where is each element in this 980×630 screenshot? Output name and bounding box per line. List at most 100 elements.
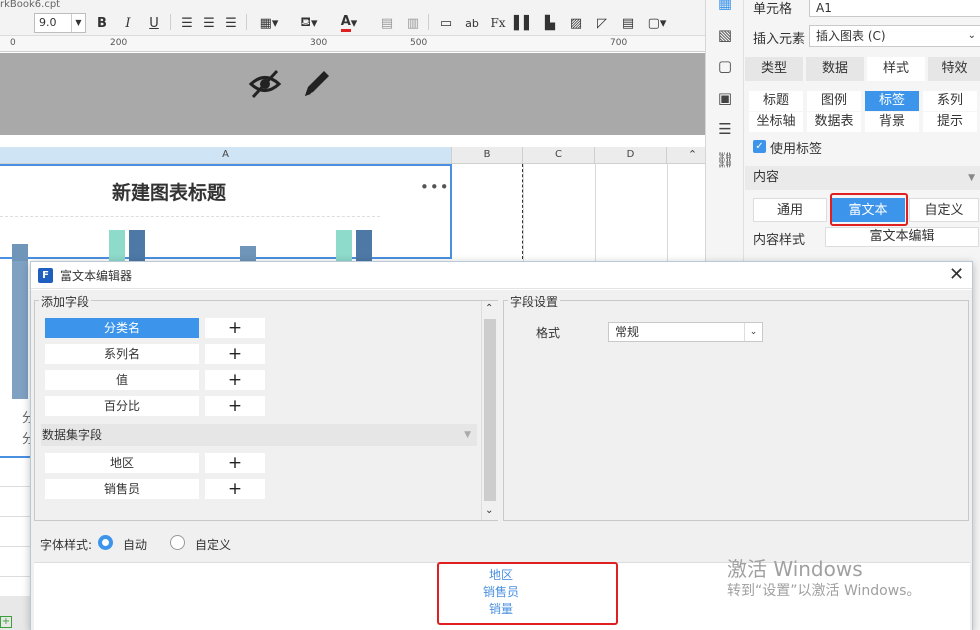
- column-header-a[interactable]: A: [0, 147, 452, 163]
- bar-chart-icon[interactable]: ▙: [540, 13, 560, 33]
- preview-line-salesperson: 销售员: [483, 585, 520, 599]
- scroll-up-icon[interactable]: ⌃: [485, 303, 493, 314]
- tab-type[interactable]: 类型: [745, 57, 803, 81]
- collapse-icon: ▼: [968, 173, 975, 183]
- preview-line-sales: 销量: [489, 602, 514, 616]
- radio-custom[interactable]: [170, 535, 185, 550]
- image-icon[interactable]: ▨: [566, 13, 586, 33]
- rich-text-edit-button[interactable]: 富文本编辑: [825, 227, 979, 247]
- insert-element-select[interactable]: 插入图表 (C) ⌄: [809, 25, 980, 47]
- split-cells-icon[interactable]: ▥: [404, 13, 422, 33]
- text-ab-button[interactable]: ab: [462, 13, 482, 33]
- file-tab-title[interactable]: rkBook6.cpt: [0, 0, 60, 14]
- tab-effects[interactable]: 特效: [928, 57, 980, 81]
- content-type-custom[interactable]: 自定义: [909, 198, 979, 222]
- chevron-down-icon[interactable]: ▼: [71, 14, 85, 32]
- subtab-tooltip[interactable]: 提示: [923, 112, 977, 132]
- chart-bar: [336, 230, 352, 261]
- property-tabs: 类型 数据 样式 特效: [745, 57, 980, 81]
- tab-data[interactable]: 数据: [806, 57, 864, 81]
- align-center-icon[interactable]: ☰: [200, 13, 218, 33]
- toolbar-divider: [246, 14, 247, 30]
- ruler-label: 200: [110, 38, 128, 48]
- chart-container[interactable]: 新建图表标题 •••: [0, 164, 452, 261]
- field-percent[interactable]: 百分比: [45, 396, 199, 416]
- field-value[interactable]: 值: [45, 370, 199, 390]
- field-category-name[interactable]: 分类名: [45, 318, 199, 338]
- shape-icon[interactable]: ▢▾: [644, 13, 670, 33]
- content-type-richtext[interactable]: 富文本: [831, 198, 905, 222]
- grid-line: [0, 546, 30, 547]
- align-right-icon[interactable]: ☰: [222, 13, 240, 33]
- italic-button[interactable]: I: [120, 13, 136, 33]
- content-section-title: 内容: [753, 170, 780, 185]
- subtab-series[interactable]: 系列: [923, 91, 977, 111]
- bold-button[interactable]: B: [94, 13, 110, 33]
- font-size-select[interactable]: 9.0 ▼: [34, 13, 86, 33]
- paint-bucket-icon: ⛾: [300, 14, 312, 30]
- grid-line: [595, 164, 596, 264]
- app-logo-icon: F: [38, 268, 53, 283]
- format-select[interactable]: 常规 ⌄: [608, 322, 763, 342]
- add-field-button[interactable]: +: [205, 453, 265, 473]
- subtab-background[interactable]: 背景: [865, 112, 919, 132]
- widget-settings-icon[interactable]: ▧: [715, 26, 735, 46]
- underline-button[interactable]: U: [146, 13, 162, 33]
- content-section-header[interactable]: 内容 ▼: [745, 166, 980, 190]
- formula-button[interactable]: Fx: [488, 13, 508, 33]
- document-icon[interactable]: ▤: [618, 13, 638, 33]
- list-icon[interactable]: ☰: [715, 120, 735, 140]
- subtab-title[interactable]: 标题: [749, 91, 803, 111]
- border-icon[interactable]: ▦▾: [254, 13, 284, 33]
- subtab-label[interactable]: 标签: [865, 91, 919, 111]
- radio-auto[interactable]: [98, 535, 113, 550]
- merge-cells-icon[interactable]: ▤: [378, 13, 396, 33]
- scroll-down-icon[interactable]: ⌄: [485, 505, 493, 516]
- field-salesperson[interactable]: 销售员: [45, 479, 199, 499]
- add-field-button[interactable]: +: [205, 479, 265, 499]
- dropdown-box-icon[interactable]: ▣: [715, 89, 735, 109]
- font-color-button[interactable]: A ▾: [334, 13, 364, 33]
- chart-gridline: [0, 216, 380, 217]
- scroll-up-icon[interactable]: ⌃: [680, 147, 705, 163]
- font-size-value: 9.0: [39, 16, 57, 29]
- cell-label: 单元格: [753, 2, 793, 17]
- frame-icon[interactable]: ▢: [715, 57, 735, 77]
- column-header-b[interactable]: B: [452, 147, 523, 163]
- subtab-axis[interactable]: 坐标轴: [749, 112, 803, 132]
- add-field-button[interactable]: +: [205, 370, 265, 390]
- column-header-d[interactable]: D: [595, 147, 667, 163]
- add-sheet-icon[interactable]: +: [0, 616, 12, 628]
- canvas-gray-area: [0, 53, 705, 135]
- link-icon[interactable]: ⛓: [715, 151, 735, 171]
- pencil-icon[interactable]: [300, 67, 332, 109]
- subtab-legend[interactable]: 图例: [807, 91, 861, 111]
- eye-off-icon[interactable]: [248, 67, 282, 109]
- chart-icon[interactable]: ▌▌: [514, 13, 534, 33]
- fill-color-button[interactable]: ⛾ ▾: [294, 13, 324, 33]
- column-header-c[interactable]: C: [523, 147, 595, 163]
- cell-input[interactable]: A1: [809, 0, 980, 17]
- grid-line: [0, 576, 30, 577]
- insert-row-icon[interactable]: ▭: [436, 13, 456, 33]
- subtab-datatable[interactable]: 数据表: [807, 112, 861, 132]
- chart-bar: [12, 244, 28, 261]
- field-series-name[interactable]: 系列名: [45, 344, 199, 364]
- close-icon[interactable]: ✕: [949, 264, 964, 285]
- add-field-button[interactable]: +: [205, 344, 265, 364]
- add-field-button[interactable]: +: [205, 318, 265, 338]
- format-value: 常规: [615, 325, 640, 339]
- slash-icon[interactable]: ◸: [592, 13, 612, 33]
- tab-style[interactable]: 样式: [867, 57, 925, 81]
- cell-properties-icon[interactable]: ▦: [715, 0, 735, 14]
- field-list-scrollbar[interactable]: ⌃ ⌄: [481, 301, 498, 520]
- field-region[interactable]: 地区: [45, 453, 199, 473]
- dataset-fields-header[interactable]: 数据集字段 ▼: [41, 424, 477, 446]
- add-field-button[interactable]: +: [205, 396, 265, 416]
- align-left-icon[interactable]: ☰: [178, 13, 196, 33]
- scrollbar-thumb[interactable]: [484, 319, 496, 501]
- use-label-checkbox[interactable]: ✓: [753, 140, 766, 153]
- chevron-down-icon: ⌄: [744, 323, 762, 341]
- more-icon[interactable]: •••: [420, 178, 450, 196]
- content-type-general[interactable]: 通用: [753, 198, 827, 222]
